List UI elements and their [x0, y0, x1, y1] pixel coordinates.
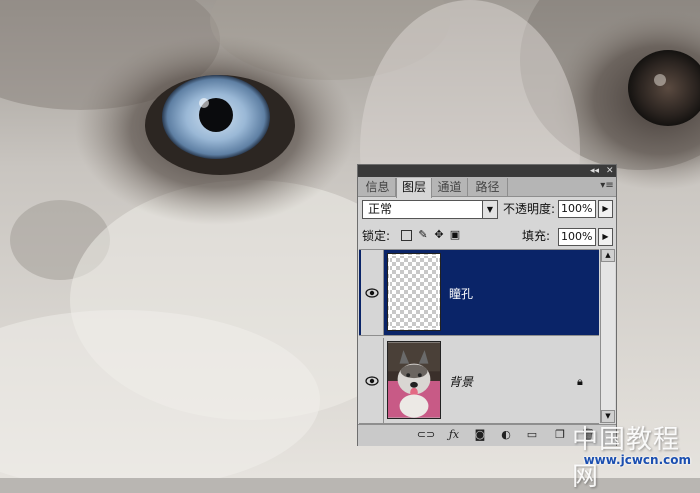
scroll-up-icon[interactable]: ▲ [601, 249, 615, 262]
lock-fill-row: 锁定: ✎ ✥ ▣ 填充: 100% ▶ [362, 227, 614, 249]
blend-mode-value: 正常 [368, 202, 393, 216]
link-icon[interactable]: ⊂⊃ [416, 428, 436, 442]
adjustment-icon[interactable]: ◐ [498, 428, 514, 442]
fill-field[interactable]: 100% [558, 228, 596, 246]
layers-panel: ◂◂ ✕ 信息 图层 通道 路径 ▾≡ 正常 ▼ 不透明度: 100% ▶ 锁定… [357, 164, 617, 446]
lock-transparent-icon[interactable] [401, 230, 412, 241]
blend-opacity-row: 正常 ▼ 不透明度: 100% ▶ [362, 200, 614, 222]
watermark-url: www.jcwcn.com [583, 453, 691, 467]
opacity-field[interactable]: 100% [558, 200, 596, 218]
layers-scrollbar[interactable]: ▲ ▼ [600, 249, 615, 423]
visibility-eye-icon[interactable] [361, 250, 384, 335]
tab-layers[interactable]: 图层 [396, 178, 432, 198]
group-folder-icon[interactable]: ▭ [524, 428, 540, 442]
close-icon[interactable]: ✕ [606, 165, 614, 177]
layer-thumbnail-husky [387, 341, 441, 419]
panel-title-strip: ◂◂ ✕ [358, 165, 616, 177]
layer-thumbnail-transparent [387, 253, 441, 331]
lock-paint-brush-icon[interactable]: ✎ [417, 229, 429, 241]
blend-mode-select[interactable]: 正常 ▼ [362, 200, 498, 219]
mask-icon[interactable]: ◙ [472, 428, 488, 442]
layer-row-background[interactable]: 背景 🔒︎ [359, 338, 599, 424]
collapse-icon[interactable]: ◂◂ [590, 165, 599, 177]
panel-tabs: 信息 图层 通道 路径 ▾≡ [358, 177, 616, 198]
opacity-arrow-icon[interactable]: ▶ [598, 200, 613, 218]
fill-arrow-icon[interactable]: ▶ [598, 228, 613, 246]
lock-all-icon[interactable]: ▣ [449, 229, 461, 241]
lock-icon: 🔒︎ [577, 375, 583, 388]
tab-info[interactable]: 信息 [360, 178, 396, 197]
site-watermark: 中国教程网 www.jcwcn.com [572, 419, 697, 492]
new-layer-icon[interactable]: ❐ [552, 428, 568, 442]
chevron-down-icon[interactable]: ▼ [482, 201, 497, 218]
tab-channels[interactable]: 通道 [432, 178, 468, 197]
visibility-eye-icon[interactable] [361, 338, 384, 423]
layer-row-pupil[interactable]: 瞳孔 [359, 250, 599, 336]
fx-icon[interactable]: ƒx [444, 428, 464, 442]
lock-label: 锁定: [362, 229, 391, 243]
layer-name[interactable]: 背景 [449, 373, 473, 390]
layers-list: 瞳孔 背景 🔒︎ [359, 249, 599, 424]
opacity-label: 不透明度: [503, 202, 556, 216]
fill-label: 填充: [522, 229, 551, 243]
layer-name[interactable]: 瞳孔 [449, 285, 473, 302]
tab-paths[interactable]: 路径 [468, 178, 508, 197]
panel-menu-icon[interactable]: ▾≡ [600, 180, 614, 192]
lock-move-icon[interactable]: ✥ [433, 229, 445, 241]
